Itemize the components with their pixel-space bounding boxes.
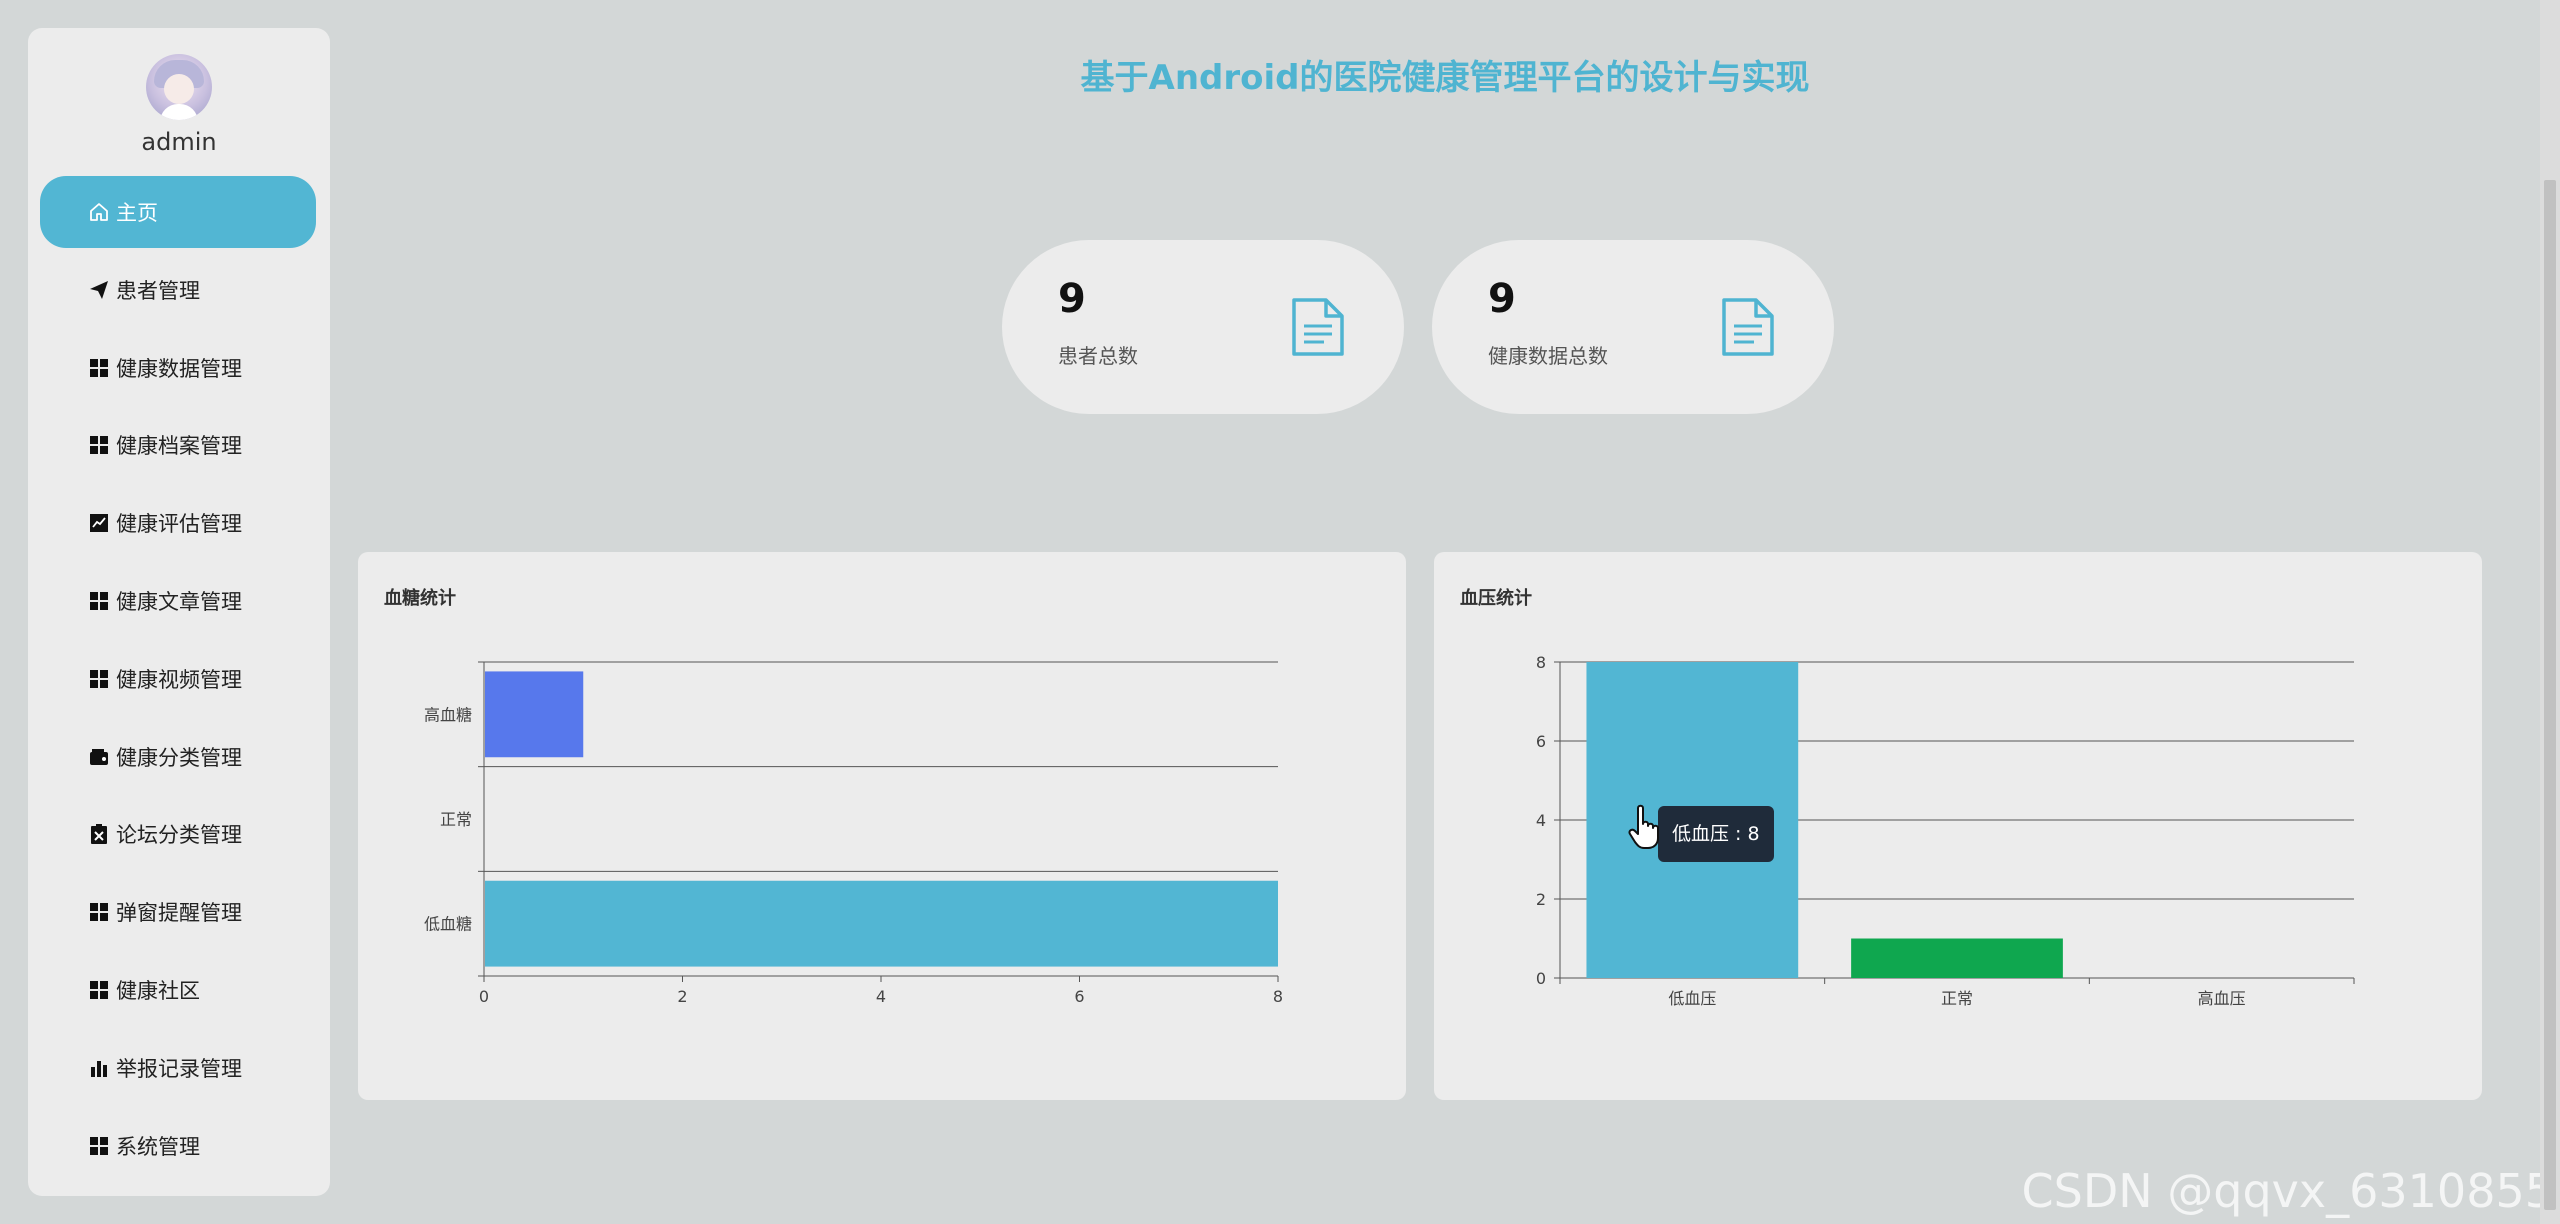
stat-card-health-data: 9 健康数据总数 xyxy=(1432,240,1834,414)
x-tick-label: 8 xyxy=(1273,987,1283,1006)
category-label: 正常 xyxy=(440,810,472,829)
sidebar-item-label: 患者管理 xyxy=(116,278,200,303)
x-tick-label: 4 xyxy=(876,987,886,1006)
category-label: 低血糖 xyxy=(424,915,472,934)
blood-sugar-panel: 血糖统计 低血糖 正常 高血糖 0 2 4 6 8 xyxy=(358,552,1406,1100)
sidebar-item-label: 健康评估管理 xyxy=(116,512,242,537)
document-icon xyxy=(1722,298,1774,356)
y-tick-label: 6 xyxy=(1536,732,1546,751)
blood-sugar-chart: 低血糖 正常 高血糖 0 2 4 6 8 xyxy=(424,661,1283,1006)
bar-0 xyxy=(485,880,1278,967)
stat-value: 9 xyxy=(1488,276,1516,322)
chart-tooltip: 低血压 : 8 xyxy=(1658,806,1774,862)
category-label: 高血糖 xyxy=(424,705,472,724)
sidebar-item-label: 健康视频管理 xyxy=(116,667,242,692)
stat-value: 9 xyxy=(1058,276,1086,322)
sidebar-item-12[interactable]: 系统管理 xyxy=(40,1110,316,1182)
category-label: 正常 xyxy=(1941,989,1973,1008)
y-tick-label: 8 xyxy=(1536,653,1546,672)
sidebar-item-label: 健康档案管理 xyxy=(116,434,242,459)
page-title: 基于Android的医院健康管理平台的设计与实现 xyxy=(1080,58,1810,98)
page-scrollbar[interactable] xyxy=(2540,0,2560,1224)
blood-pressure-panel: 血压统计 0 2 4 6 8 低血压 正常 高血压 低血压 : 8 xyxy=(1434,552,2482,1100)
sidebar: admin 主页患者管理健康数据管理 健康档案管理 健康评估管理 健康文章管理 健康视频… xyxy=(28,28,330,1196)
bar-chart-icon xyxy=(88,1057,110,1079)
stat-label: 健康数据总数 xyxy=(1488,344,1608,368)
sidebar-item-label: 主页 xyxy=(116,201,158,225)
clipboard-x-icon xyxy=(88,823,110,845)
sidebar-item-6[interactable]: 健康视频管理 xyxy=(40,643,316,715)
sidebar-item-label: 论坛分类管理 xyxy=(116,823,242,848)
home-icon xyxy=(88,201,110,223)
line-chart-icon xyxy=(88,512,110,534)
sidebar-item-label: 健康数据管理 xyxy=(116,356,242,381)
grid-icon xyxy=(88,668,110,690)
category-label: 高血压 xyxy=(2198,989,2246,1008)
sidebar-item-label: 举报记录管理 xyxy=(116,1056,242,1081)
sidebar-item-label: 健康文章管理 xyxy=(116,590,242,614)
sidebar-item-3[interactable]: 健康档案管理 xyxy=(40,409,316,481)
sidebar-item-label: 健康分类管理 xyxy=(116,745,242,770)
username: admin xyxy=(141,128,217,156)
sidebar-item-2[interactable]: 健康数据管理 xyxy=(40,332,316,404)
hand-cursor-icon xyxy=(1628,804,1659,849)
sidebar-item-8[interactable]: 论坛分类管理 xyxy=(40,798,316,870)
x-tick-label: 6 xyxy=(1074,987,1084,1006)
category-label: 低血压 xyxy=(1668,989,1716,1008)
stat-card-patients: 9 患者总数 xyxy=(1002,240,1404,414)
bar-1 xyxy=(1851,938,2063,978)
grid-icon xyxy=(88,357,110,379)
blood-pressure-chart: 0 2 4 6 8 低血压 正常 高血压 xyxy=(1536,653,2355,1008)
sidebar-item-0[interactable]: 主页 xyxy=(40,176,316,248)
x-tick-label: 0 xyxy=(479,987,489,1006)
bar-2 xyxy=(485,671,584,758)
grid-icon xyxy=(88,979,110,1001)
y-tick-label: 0 xyxy=(1536,969,1546,988)
sidebar-item-7[interactable]: 健康分类管理 xyxy=(40,721,316,793)
sidebar-item-1[interactable]: 患者管理 xyxy=(40,254,316,326)
watermark: CSDN @qqvx_6310855 xyxy=(2021,1164,2554,1218)
stat-label: 患者总数 xyxy=(1058,344,1138,368)
sidebar-item-9[interactable]: 弹窗提醒管理 xyxy=(40,876,316,948)
avatar[interactable] xyxy=(146,54,212,120)
sidebar-item-label: 系统管理 xyxy=(116,1134,200,1159)
sidebar-item-5[interactable]: 健康文章管理 xyxy=(40,565,316,637)
sidebar-item-label: 弹窗提醒管理 xyxy=(116,901,242,926)
grid-icon xyxy=(88,434,110,456)
sidebar-item-11[interactable]: 举报记录管理 xyxy=(40,1032,316,1104)
document-icon xyxy=(1292,298,1344,356)
scrollbar-thumb[interactable] xyxy=(2544,180,2556,1210)
grid-icon xyxy=(88,1135,110,1157)
sidebar-item-4[interactable]: 健康评估管理 xyxy=(40,487,316,559)
y-tick-label: 4 xyxy=(1536,811,1546,830)
sidebar-item-label: 健康社区 xyxy=(116,979,200,1003)
wallet-icon xyxy=(88,746,110,768)
sidebar-item-10[interactable]: 健康社区 xyxy=(40,954,316,1026)
grid-icon xyxy=(88,590,110,612)
y-tick-label: 2 xyxy=(1536,890,1546,909)
send-icon xyxy=(88,279,110,301)
grid-icon xyxy=(88,901,110,923)
x-tick-label: 2 xyxy=(677,987,687,1006)
